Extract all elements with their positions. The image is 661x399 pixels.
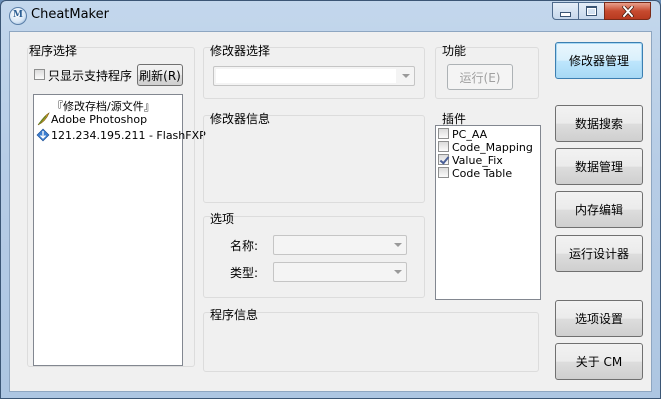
run-designer-button[interactable]: 运行设计器 <box>555 235 643 272</box>
only-supported-label[interactable]: 只显示支持程序 <box>48 67 132 84</box>
chevron-down-icon <box>394 243 402 247</box>
data-search-button[interactable]: 数据搜索 <box>555 105 643 142</box>
maximize-button[interactable] <box>578 2 605 20</box>
close-icon <box>621 5 634 17</box>
options-group <box>203 216 425 298</box>
plugin-label: Value_Fix <box>452 154 503 167</box>
refresh-button[interactable]: 刷新(R) <box>137 64 183 86</box>
program-select-label: 程序选择 <box>29 44 78 58</box>
function-label: 功能 <box>442 44 467 58</box>
plugin-checkbox[interactable] <box>438 154 449 165</box>
title-bar[interactable]: M CheatMaker <box>1 1 660 29</box>
plugin-checkbox[interactable] <box>438 167 449 178</box>
plugin-checkbox[interactable] <box>438 141 449 152</box>
dropdown-field <box>216 69 396 83</box>
type-label: 类型: <box>230 266 259 280</box>
maximize-icon <box>586 6 597 16</box>
plugin-checkbox[interactable] <box>438 128 449 139</box>
option-settings-button[interactable]: 选项设置 <box>555 300 643 337</box>
plugin-label: PC_AA <box>452 128 488 141</box>
program-tree[interactable]: 『修改存档/源文件』 Adobe Photoshop 121.234.195.2… <box>33 94 206 366</box>
plugin-label: Code_Mapping <box>452 141 533 154</box>
main-window: M CheatMaker 程序选择 只显示支持程序 刷新(R) 『修改存档/源文… <box>0 0 661 399</box>
name-label: 名称: <box>230 239 259 253</box>
modifier-info-label: 修改器信息 <box>210 112 271 126</box>
tree-item-label: 121.234.195.211 - FlashFXP <box>51 128 206 142</box>
modifier-select-dropdown[interactable] <box>213 66 415 86</box>
app-logo-icon: M <box>9 7 27 25</box>
minimize-icon <box>560 11 571 17</box>
tree-item-photoshop[interactable]: Adobe Photoshop <box>36 112 147 126</box>
plugin-item-value-fix[interactable]: Value_Fix <box>438 154 503 167</box>
tree-item-label: Adobe Photoshop <box>51 112 148 126</box>
flashfxp-icon <box>36 128 50 142</box>
data-management-button[interactable]: 数据管理 <box>555 148 643 185</box>
client-area: 程序选择 只显示支持程序 刷新(R) 『修改存档/源文件』 Adobe Phot… <box>9 31 652 392</box>
about-button[interactable]: 关于 CM <box>555 343 643 380</box>
memory-edit-button[interactable]: 内存编辑 <box>555 191 643 228</box>
run-button[interactable]: 运行(E) <box>447 64 513 90</box>
window-title: CheatMaker <box>31 7 109 22</box>
plugin-item-code-table[interactable]: Code Table <box>438 167 512 180</box>
tree-item-flashfxp[interactable]: 121.234.195.211 - FlashFXP <box>36 128 206 142</box>
plugin-item-code-mapping[interactable]: Code_Mapping <box>438 141 533 154</box>
modifier-info-group <box>203 115 425 203</box>
options-label: 选项 <box>210 212 235 226</box>
close-button[interactable] <box>604 2 651 20</box>
modifier-select-label: 修改器选择 <box>210 44 271 58</box>
only-supported-checkbox[interactable] <box>34 69 45 80</box>
photoshop-feather-icon <box>37 112 50 126</box>
modifier-management-button[interactable]: 修改器管理 <box>555 42 643 79</box>
plugin-item-pc-aa[interactable]: PC_AA <box>438 128 487 141</box>
minimize-button[interactable] <box>552 2 579 20</box>
plugin-label: Code Table <box>452 167 513 180</box>
program-info-label: 程序信息 <box>210 308 259 322</box>
chevron-down-icon <box>394 270 402 274</box>
name-dropdown[interactable] <box>273 235 407 255</box>
plugins-list[interactable]: PC_AA Code_Mapping Value_Fix Code Table <box>435 125 541 300</box>
type-dropdown[interactable] <box>273 262 407 282</box>
chevron-down-icon <box>402 74 410 78</box>
